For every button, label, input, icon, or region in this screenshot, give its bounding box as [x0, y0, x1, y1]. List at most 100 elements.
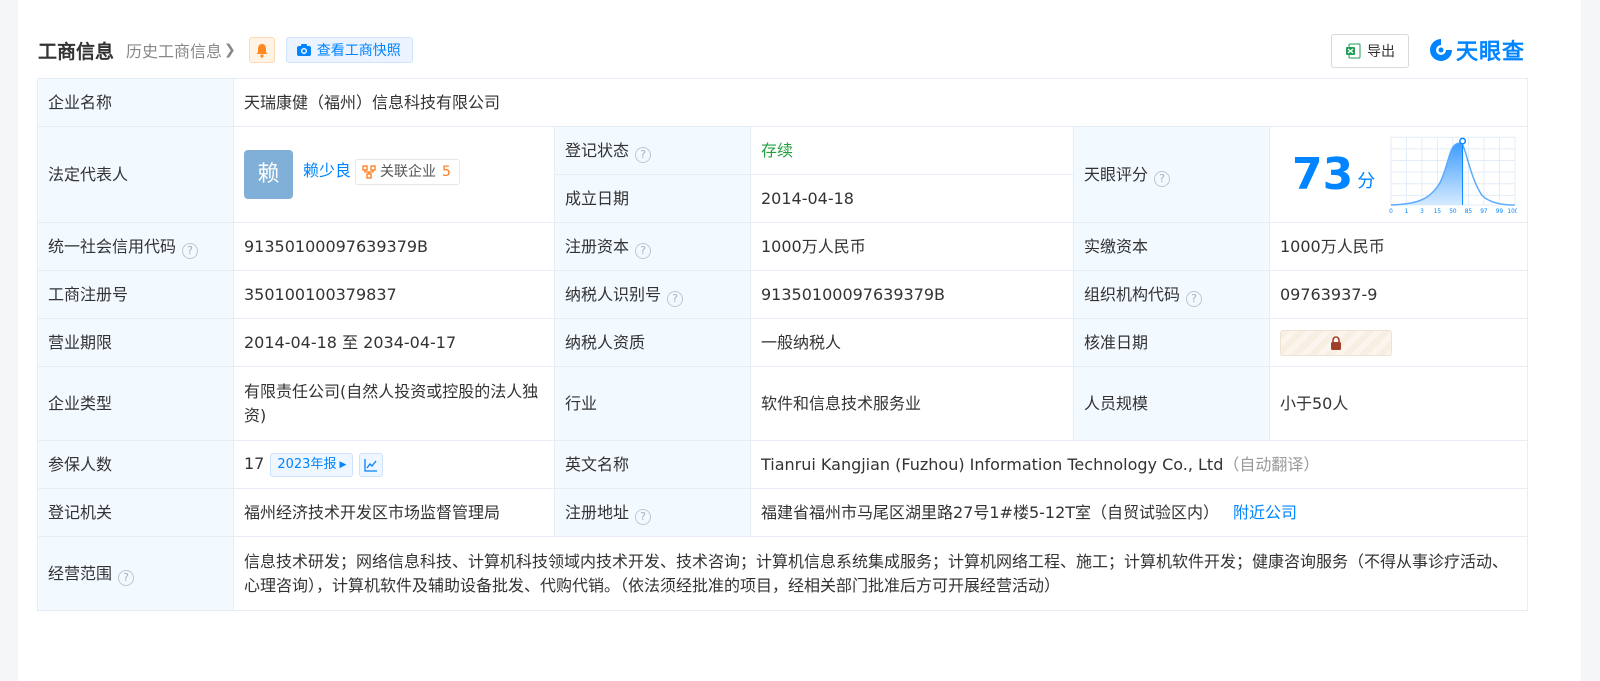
- tianyan-score-label: 天眼评分?: [1073, 126, 1270, 223]
- business-term-label: 营业期限: [37, 318, 234, 367]
- reg-address-value: 福建省福州市马尾区湖里路27号1#楼5-12T室（自贸试验区内）: [761, 502, 1220, 522]
- snapshot-button[interactable]: 查看工商快照: [285, 37, 413, 63]
- reg-capital-label: 注册资本?: [554, 222, 751, 271]
- reg-no-label: 工商注册号: [37, 270, 234, 319]
- history-link[interactable]: 历史工商信息 ❯: [126, 38, 236, 62]
- business-info-table: 企业名称 天瑞康健（福州）信息科技有限公司 法定代表人 赖 赖少良 关联企业 5…: [37, 78, 1529, 611]
- tianyancha-logo: 天眼查: [1428, 34, 1525, 66]
- insured-value: 17: [244, 454, 265, 474]
- legal-rep-label: 法定代表人: [37, 126, 234, 223]
- locked-value-button[interactable]: [1280, 329, 1392, 356]
- company-type-label: 企业类型: [37, 366, 234, 441]
- annual-report-button[interactable]: 2023年报 ▶: [270, 452, 354, 477]
- reg-no-value: 350100100379837: [233, 270, 555, 319]
- bell-icon[interactable]: [248, 37, 275, 63]
- score-tick-label: 97: [1480, 208, 1488, 214]
- found-date-value: 2014-04-18: [750, 174, 1074, 223]
- business-scope-value: 信息技术研发；网络信息科技、计算机科技领域内技术开发、技术咨询；计算机信息系统集…: [232, 536, 1529, 611]
- snapshot-button-label: 查看工商快照: [316, 43, 401, 59]
- reg-address-label: 注册地址?: [554, 488, 751, 537]
- company-name-value: 天瑞康健（福州）信息科技有限公司: [232, 78, 1529, 127]
- help-icon[interactable]: ?: [635, 146, 652, 163]
- related-companies-count: 5: [442, 164, 451, 180]
- trend-chart-icon[interactable]: [359, 452, 384, 477]
- caret-right-icon: ▶: [339, 459, 347, 470]
- insured-cell: 17 2023年报 ▶: [233, 440, 555, 489]
- help-icon[interactable]: ?: [667, 290, 684, 307]
- legal-rep-cell: 赖 赖少良 关联企业 5: [233, 126, 555, 223]
- lock-icon: [1331, 335, 1341, 350]
- table-row: 营业期限 2014-04-18 至 2034-04-17 纳税人资质 一般纳税人…: [37, 318, 1529, 367]
- score-tick-label: 99: [1496, 208, 1504, 214]
- insured-label: 参保人数: [37, 440, 234, 489]
- avatar[interactable]: 赖: [244, 150, 293, 199]
- credit-code-label: 统一社会信用代码?: [37, 222, 234, 271]
- auto-translate-note: （自动翻译）: [1223, 454, 1320, 474]
- score-tick-label: 3: [1420, 208, 1424, 214]
- authority-label: 登记机关: [37, 488, 234, 537]
- english-name-value: Tianrui Kangjian (Fuzhou) Information Te…: [761, 454, 1224, 474]
- company-type-value: 有限责任公司(自然人投资或控股的法人独资): [233, 366, 555, 441]
- found-date-label: 成立日期: [554, 174, 751, 223]
- legal-rep-name-link[interactable]: 赖少良: [303, 159, 351, 183]
- section-title: 工商信息: [38, 40, 115, 63]
- approve-date-cell: [1268, 318, 1529, 367]
- business-scope-label: 经营范围?: [37, 536, 234, 611]
- reg-capital-value: 1000万人民币: [750, 222, 1074, 271]
- help-icon[interactable]: ?: [635, 242, 652, 259]
- score-distribution-chart: 0 1 3 15 50 85 97 99 100: [1389, 136, 1517, 214]
- tax-id-label: 纳税人识别号?: [554, 270, 751, 319]
- tax-qual-value: 一般纳税人: [750, 318, 1074, 367]
- logo-text: 天眼查: [1456, 40, 1526, 65]
- credit-code-value: 91350100097639379B: [233, 222, 555, 271]
- authority-value: 福州经济技术开发区市场监督管理局: [233, 488, 555, 537]
- industry-value: 软件和信息技术服务业: [750, 366, 1074, 441]
- table-row: 企业名称 天瑞康健（福州）信息科技有限公司: [37, 78, 1529, 127]
- excel-icon: [1346, 43, 1361, 59]
- score-tick-label: 15: [1434, 208, 1442, 214]
- network-icon: [362, 165, 376, 179]
- help-icon[interactable]: ?: [118, 569, 135, 586]
- table-row: 登记机关 福州经济技术开发区市场监督管理局 注册地址? 福建省福州市马尾区湖里路…: [37, 488, 1529, 537]
- help-icon[interactable]: ?: [182, 242, 199, 259]
- org-code-value: 09763937-9: [1268, 270, 1529, 319]
- chevron-right-icon: ❯: [224, 42, 236, 58]
- section-header: 工商信息 历史工商信息 ❯ 查看工商快照: [38, 32, 413, 68]
- tax-id-value: 91350100097639379B: [750, 270, 1074, 319]
- score-unit: 分: [1357, 170, 1376, 192]
- related-companies-button[interactable]: 关联企业 5: [355, 159, 460, 185]
- score-tick-label: 85: [1465, 208, 1473, 214]
- table-row: 经营范围? 信息技术研发；网络信息科技、计算机科技领域内技术开发、技术咨询；计算…: [37, 536, 1529, 611]
- score-tick-label: 100: [1508, 208, 1517, 214]
- export-button[interactable]: 导出: [1331, 34, 1409, 68]
- history-link-label: 历史工商信息: [126, 42, 223, 61]
- export-button-label: 导出: [1367, 44, 1395, 60]
- tianyan-score-cell[interactable]: 73 分 0 1 3 15 50 85 97 99 10: [1268, 126, 1529, 223]
- business-term-value: 2014-04-18 至 2034-04-17: [233, 318, 555, 367]
- company-name-label: 企业名称: [37, 78, 234, 127]
- related-companies-label: 关联企业: [380, 164, 437, 180]
- paid-capital-value: 1000万人民币: [1268, 222, 1529, 271]
- industry-label: 行业: [554, 366, 751, 441]
- approve-date-label: 核准日期: [1073, 318, 1270, 367]
- table-row: 企业类型 有限责任公司(自然人投资或控股的法人独资) 行业 软件和信息技术服务业…: [37, 366, 1529, 441]
- nearby-companies-link[interactable]: 附近公司: [1233, 503, 1297, 522]
- staff-size-value: 小于50人: [1268, 366, 1529, 441]
- help-icon[interactable]: ?: [635, 508, 652, 525]
- english-name-label: 英文名称: [554, 440, 751, 489]
- table-row: 参保人数 17 2023年报 ▶ 英文名称 Tianrui Kangjian (Fu…: [37, 440, 1529, 489]
- paid-capital-label: 实缴资本: [1073, 222, 1270, 271]
- staff-size-label: 人员规模: [1073, 366, 1270, 441]
- score-tick-label: 50: [1449, 208, 1457, 214]
- table-row: 统一社会信用代码? 91350100097639379B 注册资本? 1000万…: [37, 222, 1529, 271]
- reg-status-label: 登记状态?: [554, 126, 751, 175]
- table-row: 工商注册号 350100100379837 纳税人识别号? 9135010009…: [37, 270, 1529, 319]
- help-icon[interactable]: ?: [1186, 290, 1203, 307]
- score-tick-label: 0: [1389, 208, 1393, 214]
- reg-status-value: 存续: [750, 126, 1074, 175]
- table-row: 法定代表人 赖 赖少良 关联企业 5 登记状态? 存续 天眼评分? 73 分 0…: [37, 126, 1529, 223]
- score-tick-label: 1: [1405, 208, 1409, 214]
- help-icon[interactable]: ?: [1154, 170, 1171, 187]
- org-code-label: 组织机构代码?: [1073, 270, 1270, 319]
- score-value: 73: [1292, 148, 1354, 200]
